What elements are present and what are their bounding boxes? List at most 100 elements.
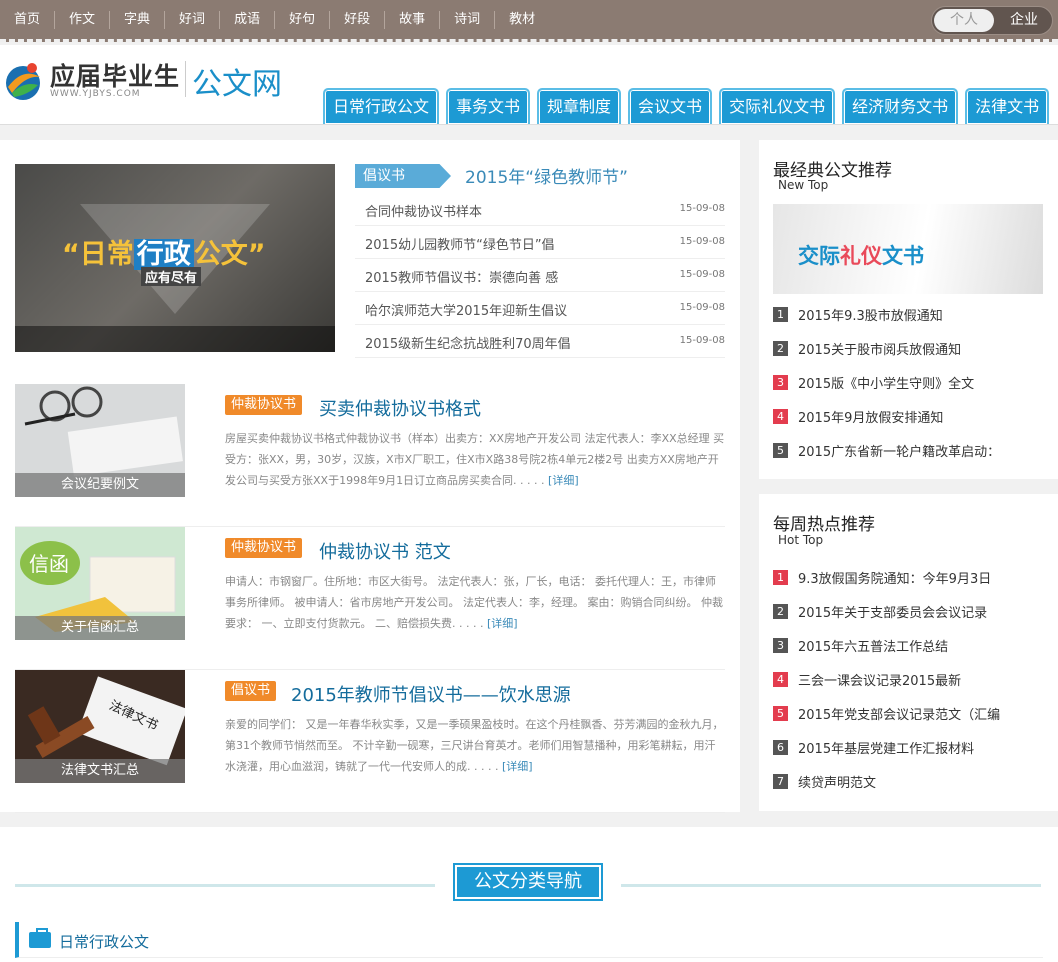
list-item-title[interactable]: 2015年党支部会议记录范文（汇编	[798, 704, 1000, 723]
top-nav-essay[interactable]: 作文	[55, 11, 111, 29]
article-card: 会议纪要例文 仲裁协议书 买卖仲裁协议书格式 房屋买卖仲裁协议书格式仲裁协议书（…	[15, 384, 725, 527]
article-more-link[interactable]: [详细]	[502, 760, 533, 773]
article-caption: 法律文书汇总	[15, 759, 185, 783]
top-nav-stories[interactable]: 故事	[385, 11, 441, 29]
list-item-date: 15-09-08	[679, 203, 725, 214]
list-item[interactable]: 5 2015年党支部会议记录范文（汇编	[773, 696, 1043, 730]
list-item[interactable]: 3 2015年六五普法工作总结	[773, 628, 1043, 662]
article-summary: 房屋买卖仲裁协议书格式仲裁协议书（样本）出卖方：XX房地产开发公司 法定代表人：…	[225, 432, 725, 487]
category-bar-label: 日常行政公文	[59, 933, 150, 951]
ranked-list: 1 2015年9.3股市放假通知 2 2015关于股市阅兵放假通知 3 2015版《中…	[773, 297, 1043, 467]
category-nav-section: 公文分类导航 日常行政公文	[0, 827, 1058, 962]
top-nav-dictionary[interactable]: 字典	[110, 11, 166, 29]
list-item-title[interactable]: 2015年9.3股市放假通知	[798, 305, 943, 324]
featured-tag[interactable]: 倡议书	[355, 164, 451, 188]
list-item-title[interactable]: 2015年六五普法工作总结	[798, 636, 948, 655]
list-item-title[interactable]: 2015关于股市阅兵放假通知	[798, 339, 961, 358]
logo-text: 应届毕业生	[50, 62, 181, 91]
logo-site-name: 公文网	[192, 67, 282, 102]
tab-finance[interactable]: 经济财务文书	[842, 88, 959, 124]
list-item[interactable]: 合同仲裁协议书样本 15-09-08	[355, 193, 725, 226]
list-item-title[interactable]: 9.3放假国务院通知：今年9月3日	[798, 568, 991, 587]
rank-badge: 7	[773, 774, 788, 789]
article-thumbnail[interactable]: 法律文书 法律文书汇总	[15, 670, 185, 783]
site-logo[interactable]: 应届毕业生 WWW.YJBYS.COM 公文网	[2, 55, 302, 107]
ranked-list: 1 9.3放假国务院通知：今年9月3日 2 2015年关于支部委员会会议记录 3 20…	[773, 560, 1043, 798]
tab-regulations[interactable]: 规章制度	[537, 88, 622, 124]
list-item[interactable]: 5 2015广东省新一轮户籍改革启动：	[773, 433, 1043, 467]
top-nav-good-words[interactable]: 好词	[165, 11, 221, 29]
rank-badge: 4	[773, 672, 788, 687]
list-item[interactable]: 2015幼儿园教师节“绿色节日”倡 15-09-08	[355, 226, 725, 259]
list-item-title[interactable]: 2015幼儿园教师节“绿色节日”倡	[365, 234, 555, 253]
article-thumbnail[interactable]: 会议纪要例文	[15, 384, 185, 497]
list-item-title[interactable]: 2015级新生纪念抗战胜利70周年倡	[365, 333, 571, 352]
list-item[interactable]: 2 2015关于股市阅兵放假通知	[773, 331, 1043, 365]
list-item-title[interactable]: 2015年9月放假安排通知	[798, 407, 943, 426]
list-item-title[interactable]: 三会一课会议记录2015最新	[798, 670, 961, 689]
logo-url: WWW.YJBYS.COM	[50, 89, 141, 99]
article-summary: 申请人：市钢窗厂。住所地：市区大街号。 法定代表人：张，厂长，电话： 委托代理人…	[225, 575, 723, 630]
top-nav-poetry[interactable]: 诗词	[440, 11, 496, 29]
rank-badge: 5	[773, 443, 788, 458]
category-tabs: 日常行政公文 事务文书 规章制度 会议文书 交际礼仪文书 经济财务文书 法律文书	[323, 88, 1056, 124]
tab-legal[interactable]: 法律文书	[965, 88, 1050, 124]
logo-mark-icon	[6, 63, 40, 100]
list-item-title[interactable]: 2015广东省新一轮户籍改革启动：	[798, 441, 1000, 460]
list-item-title[interactable]: 合同仲裁协议书样本	[365, 201, 482, 220]
tab-daily-admin[interactable]: 日常行政公文	[323, 88, 440, 124]
list-item[interactable]: 6 2015年基层党建工作汇报材料	[773, 730, 1043, 764]
header: 应届毕业生 WWW.YJBYS.COM 公文网 日常行政公文 事务文书 规章制度…	[0, 45, 1058, 125]
list-item-date: 15-09-08	[679, 302, 725, 313]
featured-title[interactable]: 2015年“绿色教师节”	[465, 163, 628, 188]
list-item-title[interactable]: 续贷声明范文	[798, 772, 876, 791]
account-toggle: 个人 企业	[931, 6, 1053, 35]
list-item[interactable]: 1 2015年9.3股市放假通知	[773, 297, 1043, 331]
svg-text:信函: 信函	[29, 552, 69, 576]
toggle-personal[interactable]: 个人	[934, 9, 994, 32]
main-content: “日常 行政 公文” 应有尽有 倡议书 2015年“绿色教师节” 合同仲裁协议书样本…	[0, 140, 740, 813]
article-caption: 关于信函汇总	[15, 616, 185, 640]
article-title[interactable]: 买卖仲裁协议书格式	[319, 395, 481, 421]
article-thumbnail[interactable]: 信函 关于信函汇总	[15, 527, 185, 640]
list-item[interactable]: 7 续贷声明范文	[773, 764, 1043, 798]
article-title[interactable]: 2015年教师节倡议书——饮水思源	[291, 681, 571, 707]
top-nav-textbooks[interactable]: 教材	[495, 11, 549, 29]
category-bar-daily-admin[interactable]: 日常行政公文	[15, 922, 1043, 958]
top-nav-good-paragraphs[interactable]: 好段	[330, 11, 386, 29]
list-item-title[interactable]: 2015教师节倡议书：崇德向善 感	[365, 267, 558, 286]
etiquette-banner[interactable]: 交际礼仪文书	[773, 204, 1043, 294]
article-tag[interactable]: 倡议书	[225, 681, 277, 701]
toggle-enterprise[interactable]: 企业	[996, 9, 1052, 32]
list-item[interactable]: 2015级新生纪念抗战胜利70周年倡 15-09-08	[355, 325, 725, 358]
featured-list: 合同仲裁协议书样本 15-09-08 2015幼儿园教师节“绿色节日”倡 15-09…	[355, 193, 725, 358]
rank-badge: 2	[773, 604, 788, 619]
list-item-title[interactable]: 2015年基层党建工作汇报材料	[798, 738, 974, 757]
list-item[interactable]: 1 9.3放假国务院通知：今年9月3日	[773, 560, 1043, 594]
tab-affairs[interactable]: 事务文书	[446, 88, 531, 124]
list-item[interactable]: 哈尔滨师范大学2015年迎新生倡议 15-09-08	[355, 292, 725, 325]
article-tag[interactable]: 仲裁协议书	[225, 538, 303, 558]
article-more-link[interactable]: [详细]	[548, 474, 579, 487]
list-item[interactable]: 4 2015年9月放假安排通知	[773, 399, 1043, 433]
article-tag[interactable]: 仲裁协议书	[225, 395, 303, 415]
rank-badge: 1	[773, 307, 788, 322]
list-item-title[interactable]: 2015年关于支部委员会会议记录	[798, 602, 987, 621]
top-nav-good-sentences[interactable]: 好句	[275, 11, 331, 29]
classic-recommend-panel: 最经典公文推荐 New Top 交际礼仪文书 1 2015年9.3股市放假通知 2…	[759, 140, 1058, 479]
top-nav-idioms[interactable]: 成语	[220, 11, 276, 29]
banner-slider[interactable]: “日常 行政 公文” 应有尽有	[15, 164, 335, 352]
article-more-link[interactable]: [详细]	[487, 617, 518, 630]
list-item[interactable]: 3 2015版《中小学生守则》全文	[773, 365, 1043, 399]
list-item[interactable]: 2 2015年关于支部委员会会议记录	[773, 594, 1043, 628]
list-item[interactable]: 2015教师节倡议书：崇德向善 感 15-09-08	[355, 259, 725, 292]
tab-etiquette[interactable]: 交际礼仪文书	[719, 88, 836, 124]
list-item-title[interactable]: 2015版《中小学生守则》全文	[798, 373, 974, 392]
article-title[interactable]: 仲裁协议书 范文	[319, 538, 451, 564]
tab-meeting[interactable]: 会议文书	[628, 88, 713, 124]
article-card: 信函 关于信函汇总 仲裁协议书 仲裁协议书 范文 申请人：市钢窗厂。住所地：市区…	[15, 527, 725, 670]
top-nav-home[interactable]: 首页	[0, 11, 56, 29]
logo-divider	[185, 61, 186, 97]
list-item[interactable]: 4 三会一课会议记录2015最新	[773, 662, 1043, 696]
list-item-title[interactable]: 哈尔滨师范大学2015年迎新生倡议	[365, 300, 567, 319]
